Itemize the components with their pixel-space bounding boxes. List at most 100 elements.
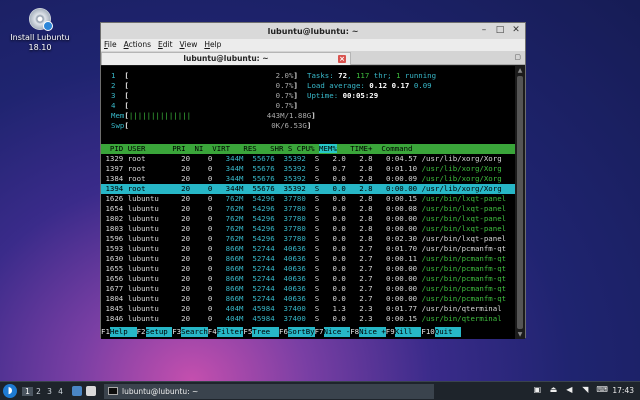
file-manager-icon[interactable] [72,386,82,396]
cell-s: S [314,294,320,303]
keyboard-icon[interactable]: ⌨ [596,385,608,395]
process-row[interactable]: 1329 root 20 0 344M 55676 35392 S 2.0 2.… [101,154,516,164]
cell-pri: 20 [181,244,191,253]
cell-virt: 866M [225,264,244,273]
process-row[interactable]: 1593 lubuntu 20 0 866M 52744 40636 S 0.0… [101,244,516,254]
cell-res: 54296 [252,214,275,223]
network-icon[interactable]: ◥ [580,385,590,395]
process-row[interactable]: 1804 lubuntu 20 0 866M 52744 40636 S 0.0… [101,294,516,304]
taskbar-task-terminal[interactable]: lubuntu@lubuntu: ~ [104,383,434,399]
fkey-label[interactable]: Filter [216,327,244,337]
fkey-f10[interactable]: F10 [421,327,435,337]
cell-ni: 0 [207,194,213,203]
process-table-header[interactable]: PID USER PRI NI VIRT RES SHR S CPU% MEM%… [101,144,516,154]
fkey-f1[interactable]: F1 [101,327,110,337]
cell-cmd: /usr/bin/lxqt-panel [421,224,507,233]
process-row[interactable]: 1803 lubuntu 20 0 762M 54296 37780 S 0.0… [101,224,516,234]
cell-user: lubuntu [127,194,159,203]
fkey-label[interactable]: Tree [252,327,279,337]
minimize-icon[interactable]: – [479,25,489,36]
cell-cpu: 1.3 [332,304,346,313]
cell-res: 45984 [252,304,275,313]
fkey-f9[interactable]: F9 [385,327,395,337]
process-row[interactable]: 1677 lubuntu 20 0 866M 52744 40636 S 0.0… [101,284,516,294]
cell-user: lubuntu [127,314,159,323]
menubar: File Actions Edit View Help [101,39,525,51]
start-menu-icon[interactable]: ◗ [3,384,17,398]
cell-s: S [314,184,320,193]
process-row[interactable]: 1626 lubuntu 20 0 762M 54296 37780 S 0.0… [101,194,516,204]
menu-edit[interactable]: Edit [158,39,173,51]
process-row[interactable]: 1846 lubuntu 20 0 404M 45984 37400 S 0.0… [101,314,516,324]
fkey-f3[interactable]: F3 [172,327,182,337]
fkey-label[interactable]: Help [109,327,137,337]
process-row[interactable]: 1656 lubuntu 20 0 866M 52744 40636 S 0.0… [101,274,516,284]
tab-close-icon[interactable]: × [338,55,346,63]
fkey-label[interactable]: Quit [434,327,462,337]
cell-time: 0:00.00 [385,274,418,283]
fkey-label[interactable]: Search [181,327,208,337]
fkey-f7[interactable]: F7 [314,327,324,337]
cell-shr: 35392 [283,154,306,163]
cell-cmd: /usr/bin/qterminal [421,314,502,323]
menu-file[interactable]: File [104,39,117,51]
terminal-content[interactable]: 1 [ 2.0%] 2 [ 0.7%] 3 [ 0.7%] 4 [ 0.7%] … [101,66,516,339]
scroll-up-icon[interactable]: ▲ [516,67,524,74]
process-row[interactable]: 1802 lubuntu 20 0 762M 54296 37780 S 0.0… [101,214,516,224]
workspace-1[interactable]: 1 [22,386,33,396]
maximize-icon[interactable]: □ [495,25,505,36]
workspace-3[interactable]: 3 [44,387,55,396]
terminal-scrollbar[interactable]: ▲ ▼ [515,66,525,339]
cell-virt: 762M [225,224,244,233]
cell-res: 55676 [252,184,275,193]
process-row[interactable]: 1845 lubuntu 20 0 404M 45984 37400 S 1.3… [101,304,516,314]
fkey-label[interactable]: Nice + [359,327,386,337]
process-row[interactable]: 1630 lubuntu 20 0 866M 52744 40636 S 0.0… [101,254,516,264]
cell-virt: 344M [225,184,244,193]
window-titlebar[interactable]: lubuntu@lubuntu: ~ – □ ✕ [101,23,525,39]
process-row[interactable]: 1655 lubuntu 20 0 866M 52744 40636 S 0.0… [101,264,516,274]
cell-mem: 2.7 [359,274,373,283]
cell-res: 52744 [252,284,275,293]
fkey-label[interactable]: SortBy [287,327,315,337]
process-row[interactable]: 1394 root 20 0 344M 55676 35392 S 0.0 2.… [101,184,516,194]
mem-meter: Mem[|||||||||||||| 443M/1.88G] [111,111,316,120]
process-row[interactable]: 1397 root 20 0 344M 55676 35392 S 0.7 2.… [101,164,516,174]
tab-scroll-icon[interactable]: ▢ [514,53,521,61]
volume-icon[interactable]: ◀ [564,385,574,395]
cell-cpu: 0.0 [332,254,346,263]
cell-s: S [314,264,320,273]
terminal-tab[interactable]: lubuntu@lubuntu: ~ × [101,52,351,65]
workspace-4[interactable]: 4 [55,387,66,396]
fkey-label[interactable]: Setup [145,327,173,337]
fkey-f5[interactable]: F5 [243,327,253,337]
process-row[interactable]: 1596 lubuntu 20 0 762M 54296 37780 S 0.0… [101,234,516,244]
usb-icon[interactable]: ⏏ [548,385,558,395]
fkey-f4[interactable]: F4 [207,327,217,337]
fkey-label[interactable]: Kill [394,327,422,337]
close-icon[interactable]: ✕ [511,25,521,36]
desktop-icon[interactable] [86,386,96,396]
process-row[interactable]: 1654 lubuntu 20 0 762M 54296 37780 S 0.0… [101,204,516,214]
menu-view[interactable]: View [180,39,198,51]
scrollbar-thumb[interactable] [517,76,523,329]
cell-mem: 2.7 [359,254,373,263]
swap-meter: Swp[ 0K/6.53G] [111,121,312,130]
cell-pri: 20 [181,274,191,283]
desktop-icon-install-lubuntu[interactable]: Install Lubuntu 18.10 [8,6,72,53]
cell-pid: 1397 [105,164,124,173]
menu-help[interactable]: Help [204,39,221,51]
scroll-down-icon[interactable]: ▼ [516,331,524,338]
process-row[interactable]: 1384 root 20 0 344M 55676 35392 S 0.0 2.… [101,174,516,184]
cell-shr: 35392 [283,184,306,193]
fkey-f6[interactable]: F6 [279,327,288,337]
update-icon[interactable]: ▣ [532,385,542,395]
fkey-label[interactable]: Nice - [323,327,351,337]
menu-actions[interactable]: Actions [124,39,151,51]
workspace-2[interactable]: 2 [33,387,44,396]
cell-pri: 20 [181,224,191,233]
cell-s: S [314,254,320,263]
fkey-f2[interactable]: F2 [136,327,146,337]
clock[interactable]: 17:43 [612,386,634,395]
fkey-f8[interactable]: F8 [350,327,360,337]
